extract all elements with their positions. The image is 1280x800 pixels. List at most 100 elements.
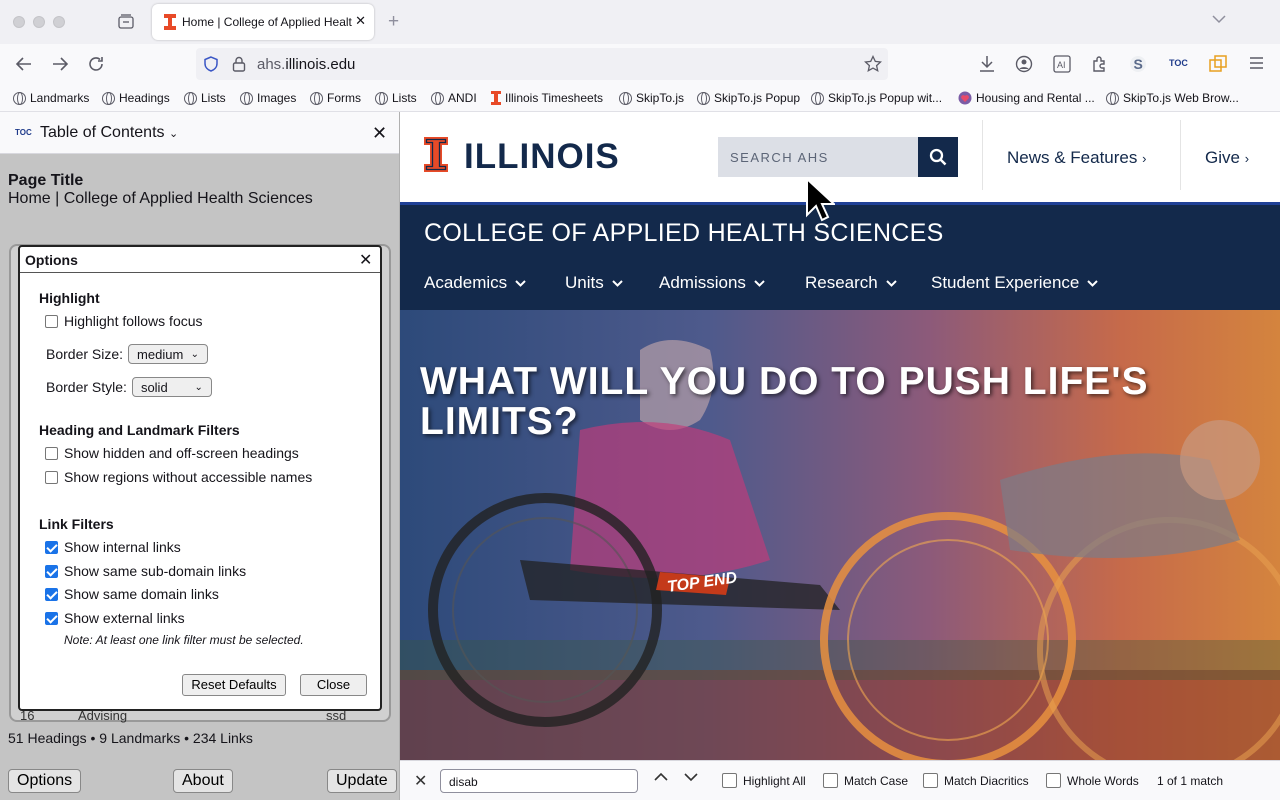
whole-words-checkbox[interactable]: Whole Words (1046, 773, 1139, 788)
nav-student-experience[interactable]: Student Experience (931, 273, 1099, 293)
news-features-link[interactable]: News & Features › (1007, 148, 1146, 168)
bookmark-item[interactable]: Lists (184, 91, 226, 105)
match-diacritics-checkbox[interactable]: Match Diacritics (923, 773, 1029, 788)
show-regions-checkbox[interactable]: Show regions without accessible names (45, 469, 312, 485)
checkbox-box[interactable] (45, 540, 58, 554)
checkbox-label: Show same domain links (64, 586, 219, 602)
downloads-icon[interactable] (979, 55, 995, 73)
bookmark-item[interactable]: ANDI (431, 91, 477, 105)
account-icon[interactable] (1015, 55, 1033, 73)
tab-close-icon[interactable]: ✕ (355, 13, 366, 29)
site-search-input[interactable]: SEARCH AHS (718, 137, 918, 177)
update-button[interactable]: Update (327, 769, 397, 793)
back-arrow-icon[interactable] (15, 55, 33, 73)
nav-units[interactable]: Units (565, 273, 623, 293)
show-hidden-checkbox[interactable]: Show hidden and off-screen headings (45, 445, 299, 461)
minimize-window-button[interactable] (33, 16, 45, 28)
domain-links-checkbox[interactable]: Show same domain links (45, 586, 219, 602)
find-next-icon[interactable] (684, 772, 698, 782)
border-style-row: Border Style: solid ⌄ (46, 377, 212, 397)
highlight-heading: Highlight (39, 290, 100, 306)
globe-icon (1106, 91, 1119, 105)
shield-icon[interactable] (204, 56, 218, 72)
checkbox-box[interactable] (45, 587, 58, 601)
border-style-select[interactable]: solid ⌄ (131, 377, 212, 397)
nav-academics[interactable]: Academics (424, 273, 526, 293)
bookmark-item[interactable]: Headings (102, 91, 170, 105)
globe-icon (102, 91, 115, 105)
checkbox-box[interactable] (45, 446, 58, 460)
link-filter-note: Note: At least one link filter must be s… (64, 633, 304, 647)
bookmark-item[interactable]: Landmarks (13, 91, 89, 105)
chevron-right-icon: › (1244, 151, 1250, 166)
match-case-checkbox[interactable]: Match Case (823, 773, 908, 788)
subdomain-links-checkbox[interactable]: Show same sub-domain links (45, 563, 246, 579)
close-find-bar-icon[interactable]: ✕ (414, 771, 427, 791)
active-tab[interactable]: Home | College of Applied Health Science… (152, 4, 374, 40)
bookmark-item[interactable]: SkipTo.js (619, 91, 684, 105)
highlight-follows-focus-checkbox[interactable]: Highlight follows focus (45, 313, 203, 329)
menu-icon[interactable] (1249, 55, 1265, 71)
dialog-close-button[interactable]: Close (300, 674, 367, 696)
dialog-close-icon[interactable]: ✕ (359, 250, 372, 270)
external-links-checkbox[interactable]: Show external links (45, 610, 185, 626)
globe-icon (184, 91, 197, 105)
extension-boxes-icon[interactable] (1209, 55, 1227, 73)
checkbox-box[interactable] (45, 611, 58, 625)
select-value: solid (140, 379, 168, 395)
bookmark-star-icon[interactable] (864, 55, 882, 73)
search-button[interactable] (918, 137, 958, 177)
divider (1180, 120, 1181, 190)
tab-groups-icon[interactable] (118, 14, 134, 30)
link-filters-heading: Link Filters (39, 516, 114, 532)
checkbox-label: Highlight All (743, 773, 806, 788)
close-window-button[interactable] (13, 16, 25, 28)
close-sidebar-icon[interactable]: ✕ (372, 123, 387, 144)
skipto-extension-icon[interactable]: S (1129, 55, 1147, 73)
give-link[interactable]: Give › (1205, 148, 1249, 168)
sidebar-switcher[interactable]: Table of Contents ⌄ (40, 124, 178, 142)
reload-icon[interactable] (87, 55, 105, 73)
checkbox-box[interactable] (823, 773, 838, 788)
illinois-wordmark[interactable]: ILLINOIS (464, 137, 620, 177)
highlight-all-checkbox[interactable]: Highlight All (722, 773, 806, 788)
bookmark-item[interactable]: Illinois Timesheets (491, 91, 603, 105)
find-input[interactable]: disab (440, 769, 638, 793)
college-name[interactable]: COLLEGE OF APPLIED HEALTH SCIENCES (424, 219, 944, 248)
extensions-puzzle-icon[interactable] (1091, 55, 1109, 73)
nav-research[interactable]: Research (805, 273, 897, 293)
nav-admissions[interactable]: Admissions (659, 273, 765, 293)
forward-arrow-icon[interactable] (51, 55, 69, 73)
chevron-down-icon (754, 279, 765, 287)
internal-links-checkbox[interactable]: Show internal links (45, 539, 181, 555)
toc-extension-icon[interactable]: TOC (1169, 58, 1188, 68)
bookmark-item[interactable]: SkipTo.js Web Brow... (1106, 91, 1239, 105)
block-i-logo-icon[interactable] (424, 137, 448, 172)
new-tab-icon[interactable]: + (388, 11, 399, 33)
lock-icon[interactable] (232, 56, 246, 72)
checkbox-box[interactable] (1046, 773, 1061, 788)
tab-bar: Home | College of Applied Health Science… (0, 0, 1280, 44)
bookmark-item[interactable]: Forms (310, 91, 361, 105)
bookmark-item[interactable]: SkipTo.js Popup (697, 91, 800, 105)
zoom-window-button[interactable] (53, 16, 65, 28)
address-bar[interactable]: ahs.illinois.edu (196, 48, 888, 80)
bookmark-item[interactable]: SkipTo.js Popup wit... (811, 91, 942, 105)
site-header: ILLINOIS SEARCH AHS News & Features › Gi… (400, 112, 1280, 202)
bookmark-item[interactable]: Housing and Rental ... (958, 91, 1095, 105)
reset-defaults-button[interactable]: Reset Defaults (182, 674, 286, 696)
bookmark-item[interactable]: Images (240, 91, 296, 105)
checkbox-box[interactable] (45, 470, 58, 484)
chevron-down-icon[interactable] (1212, 14, 1226, 24)
accessibility-extension-icon[interactable]: AI (1053, 55, 1071, 73)
border-size-select[interactable]: medium ⌄ (128, 344, 209, 364)
checkbox-box[interactable] (722, 773, 737, 788)
checkbox-box[interactable] (45, 564, 58, 578)
college-banner: COLLEGE OF APPLIED HEALTH SCIENCES Acade… (400, 202, 1280, 310)
about-button[interactable]: About (173, 769, 233, 793)
checkbox-box[interactable] (45, 314, 58, 328)
options-button[interactable]: Options (8, 769, 82, 793)
checkbox-box[interactable] (923, 773, 938, 788)
bookmark-item[interactable]: Lists (375, 91, 417, 105)
find-previous-icon[interactable] (654, 772, 668, 782)
